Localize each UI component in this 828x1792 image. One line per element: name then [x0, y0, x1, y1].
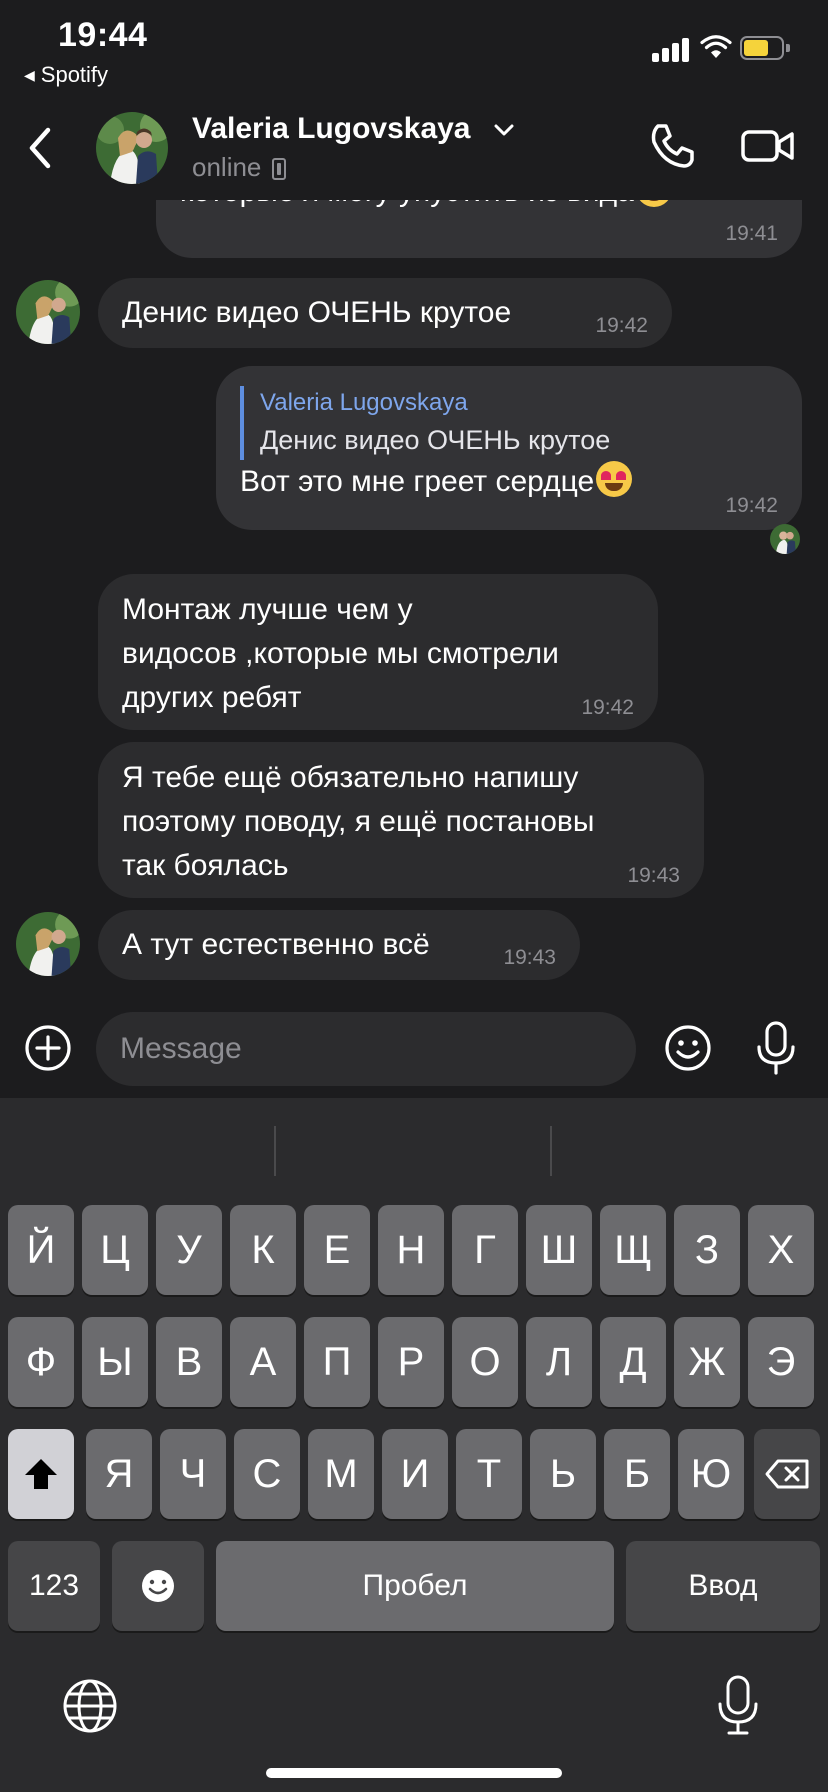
- phone-icon[interactable]: [646, 120, 698, 172]
- mobile-device-icon: [272, 158, 286, 180]
- dictation-microphone-icon[interactable]: [716, 1674, 760, 1736]
- video-camera-icon[interactable]: [740, 126, 796, 166]
- message-bubble-incoming[interactable]: Денис видео ОЧЕНЬ крутое 19:42: [98, 278, 672, 348]
- message-time: 19:42: [581, 696, 634, 719]
- sender-avatar[interactable]: [16, 280, 80, 344]
- home-indicator[interactable]: [266, 1768, 562, 1778]
- emoji-icon[interactable]: [664, 1024, 712, 1072]
- message-bubble-incoming[interactable]: Я тебе ещё обязательно напишу поэтому по…: [98, 742, 704, 898]
- suggestion-bar: [0, 1098, 828, 1202]
- key-row1[interactable]: Х: [748, 1205, 814, 1295]
- key-row3[interactable]: Б: [604, 1429, 670, 1519]
- key-row3[interactable]: С: [234, 1429, 300, 1519]
- return-key[interactable]: Ввод: [626, 1541, 820, 1631]
- globe-icon[interactable]: [62, 1678, 118, 1734]
- composer-bar: [0, 1000, 828, 1098]
- message-text: А тут естественно всё: [122, 928, 430, 961]
- shift-arrow-icon: [25, 1459, 57, 1489]
- message-bubble-incoming[interactable]: А тут естественно всё 19:43: [98, 910, 580, 980]
- key-row3[interactable]: Т: [456, 1429, 522, 1519]
- avatar[interactable]: [96, 112, 168, 184]
- message-list[interactable]: которые я могу упустить из вида 19:41 Де…: [0, 200, 828, 1000]
- reply-quote-text: Денис видео ОЧЕНЬ крутое: [260, 425, 611, 455]
- key-row3[interactable]: Я: [86, 1429, 152, 1519]
- key-row1[interactable]: К: [230, 1205, 296, 1295]
- key-row1[interactable]: Н: [378, 1205, 444, 1295]
- key-row3[interactable]: Ч: [160, 1429, 226, 1519]
- message-text: Денис видео ОЧЕНЬ крутое: [122, 296, 512, 329]
- chevron-down-icon[interactable]: [492, 118, 516, 142]
- message-text: Монтаж лучше чем у видосов ,которые мы с…: [122, 593, 559, 714]
- message-bubble-outgoing[interactable]: которые я могу упустить из вида 19:41: [156, 200, 802, 258]
- status-time: 19:44: [58, 16, 148, 54]
- key-row3[interactable]: Ю: [678, 1429, 744, 1519]
- message-bubble-outgoing[interactable]: Valeria Lugovskaya Денис видео ОЧЕНЬ кру…: [216, 366, 802, 530]
- message-time: 19:41: [725, 222, 778, 245]
- heart-eyes-emoji-icon: [596, 461, 633, 497]
- key-row2[interactable]: Р: [378, 1317, 444, 1407]
- battery-icon: [740, 36, 790, 60]
- cellular-signal-icon: [652, 36, 692, 62]
- reply-quote[interactable]: Valeria Lugovskaya Денис видео ОЧЕНЬ кру…: [240, 386, 610, 460]
- back-chevron-icon[interactable]: [22, 124, 58, 172]
- smiling-face-emoji-icon: [635, 200, 672, 207]
- key-row1[interactable]: Ц: [82, 1205, 148, 1295]
- backspace-icon: [765, 1459, 809, 1489]
- emoji-keyboard-icon: [142, 1570, 174, 1602]
- keyboard-bottom-bar: [0, 1658, 828, 1792]
- chat-header: Valeria Lugovskaya online: [0, 96, 828, 200]
- key-row2[interactable]: Ф: [8, 1317, 74, 1407]
- back-app-label: Spotify: [40, 62, 109, 87]
- message-text: Я тебе ещё обязательно напишу поэтому по…: [122, 761, 595, 882]
- message-text: Вот это мне греет сердце: [240, 465, 595, 498]
- key-row1[interactable]: Щ: [600, 1205, 666, 1295]
- emoji-keyboard-key[interactable]: [112, 1541, 204, 1631]
- key-row3[interactable]: И: [382, 1429, 448, 1519]
- contact-name[interactable]: Valeria Lugovskaya: [192, 112, 471, 146]
- presence-status: online: [192, 152, 262, 182]
- message-time: 19:43: [503, 946, 556, 969]
- sender-avatar[interactable]: [16, 912, 80, 976]
- space-key[interactable]: Пробел: [216, 1541, 614, 1631]
- key-row3[interactable]: М: [308, 1429, 374, 1519]
- message-input[interactable]: [96, 1012, 636, 1086]
- message-time: 19:43: [627, 864, 680, 887]
- message-time: 19:42: [595, 314, 648, 337]
- key-row2[interactable]: В: [156, 1317, 222, 1407]
- add-attachment-icon[interactable]: [24, 1024, 72, 1072]
- status-bar: 19:44 ◀ Spotify: [0, 0, 828, 96]
- keyboard: Й Ц У К Е Н Г Ш Щ З Х Ф Ы В А П Р О Л Д …: [0, 1098, 828, 1792]
- message-bubble-incoming[interactable]: Монтаж лучше чем у видосов ,которые мы с…: [98, 574, 658, 730]
- key-row1[interactable]: У: [156, 1205, 222, 1295]
- key-row2[interactable]: Э: [748, 1317, 814, 1407]
- key-row2[interactable]: П: [304, 1317, 370, 1407]
- back-triangle-icon: ◀: [24, 67, 35, 83]
- key-row2[interactable]: Д: [600, 1317, 666, 1407]
- message-text: которые я могу упустить из вида: [180, 200, 634, 208]
- numbers-key[interactable]: 123: [8, 1541, 100, 1631]
- key-row1[interactable]: Г: [452, 1205, 518, 1295]
- message-time: 19:42: [725, 494, 778, 517]
- key-row2[interactable]: Ж: [674, 1317, 740, 1407]
- key-row1[interactable]: З: [674, 1205, 740, 1295]
- read-receipt-avatar: [770, 524, 800, 554]
- reply-quote-author: Valeria Lugovskaya: [260, 389, 468, 416]
- key-row2[interactable]: О: [452, 1317, 518, 1407]
- shift-key[interactable]: [8, 1429, 74, 1519]
- voice-message-icon[interactable]: [752, 1020, 800, 1076]
- backspace-key[interactable]: [754, 1429, 820, 1519]
- key-row1[interactable]: Й: [8, 1205, 74, 1295]
- key-row1[interactable]: Ш: [526, 1205, 592, 1295]
- wifi-icon: [700, 35, 732, 58]
- key-row1[interactable]: Е: [304, 1205, 370, 1295]
- key-row2[interactable]: Л: [526, 1317, 592, 1407]
- key-row2[interactable]: Ы: [82, 1317, 148, 1407]
- key-row3[interactable]: Ь: [530, 1429, 596, 1519]
- key-row2[interactable]: А: [230, 1317, 296, 1407]
- back-to-app-link[interactable]: ◀ Spotify: [24, 62, 108, 88]
